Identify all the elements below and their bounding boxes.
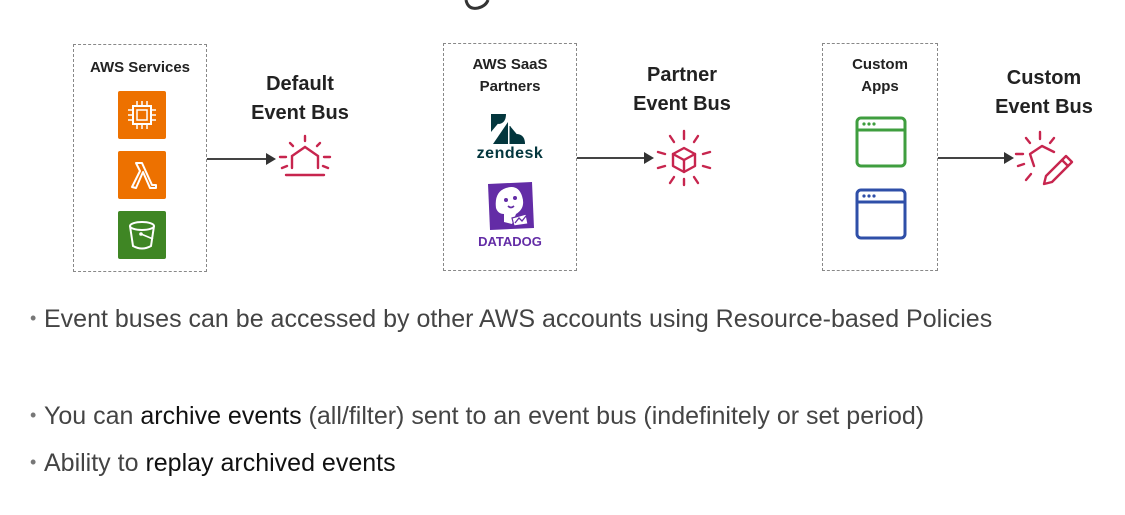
aws-services-box: AWS Services bbox=[73, 44, 207, 272]
ec2-icon bbox=[118, 91, 166, 139]
bullet-2-text-after: (all/filter) sent to an event bus (indef… bbox=[301, 402, 925, 430]
title-glyph-fragment bbox=[464, 0, 490, 10]
partner-event-bus-icon bbox=[656, 129, 712, 187]
custom-apps-title: Custom Apps bbox=[823, 54, 937, 98]
custom-event-bus-label: Custom Event Bus bbox=[984, 64, 1104, 122]
lambda-icon bbox=[118, 151, 166, 199]
partner-event-bus-label: Partner Event Bus bbox=[622, 61, 742, 119]
arrow-line-default bbox=[207, 158, 269, 160]
bullet-item-3: • Ability to replay archived events bbox=[30, 449, 396, 478]
custom-bus-line-1: Custom bbox=[1006, 67, 1082, 89]
saas-title-line-1: AWS SaaS bbox=[472, 56, 548, 73]
bullet-2-text-before: You can bbox=[44, 402, 141, 430]
bullet-1-text: Event buses can be accessed by other AWS… bbox=[44, 305, 993, 333]
datadog-wordmark: DATADOG bbox=[478, 234, 542, 249]
default-bus-line-1: Default bbox=[266, 73, 334, 95]
partner-bus-line-2: Event Bus bbox=[633, 93, 731, 115]
s3-bucket-icon bbox=[118, 211, 166, 259]
arrow-line-partner bbox=[577, 157, 647, 159]
saas-partners-title: AWS SaaS Partners bbox=[444, 54, 576, 98]
zendesk-logo bbox=[491, 114, 525, 144]
default-event-bus-label: Default Event Bus bbox=[240, 70, 360, 128]
app-window-icon bbox=[855, 116, 907, 168]
bullet-dot: • bbox=[30, 308, 37, 328]
custom-title-line-2: Apps bbox=[861, 78, 899, 95]
arrow-line-custom bbox=[938, 157, 1007, 159]
bullet-dot: • bbox=[30, 405, 37, 425]
custom-title-line-1: Custom bbox=[852, 56, 908, 73]
bullet-item-2: • You can archive events (all/filter) sen… bbox=[30, 402, 924, 431]
app-window-icon-blue bbox=[855, 188, 907, 240]
zendesk-wordmark: zendesk bbox=[476, 145, 544, 162]
bullet-dot: • bbox=[30, 452, 37, 472]
custom-bus-line-2: Event Bus bbox=[995, 96, 1093, 118]
aws-services-title-line: AWS Services bbox=[89, 59, 191, 76]
custom-event-bus-icon bbox=[1014, 130, 1074, 186]
bullet-2-highlight: archive events bbox=[140, 402, 302, 430]
partner-bus-line-1: Partner bbox=[646, 64, 718, 86]
event-bus-icon bbox=[278, 134, 332, 177]
datadog-logo bbox=[488, 182, 534, 230]
saas-title-line-2: Partners bbox=[479, 78, 541, 95]
aws-services-title: AWS Services bbox=[74, 57, 206, 79]
default-bus-line-2: Event Bus bbox=[251, 102, 349, 124]
bullet-item-1: • Event buses can be accessed by other AW… bbox=[30, 305, 992, 334]
bullet-3-highlight: replay archived events bbox=[145, 449, 396, 477]
saas-partners-box: AWS SaaS Partners zendesk DATADOG bbox=[443, 43, 577, 271]
custom-apps-box: Custom Apps bbox=[822, 43, 938, 271]
bullet-3-text-before: Ability to bbox=[44, 449, 146, 477]
